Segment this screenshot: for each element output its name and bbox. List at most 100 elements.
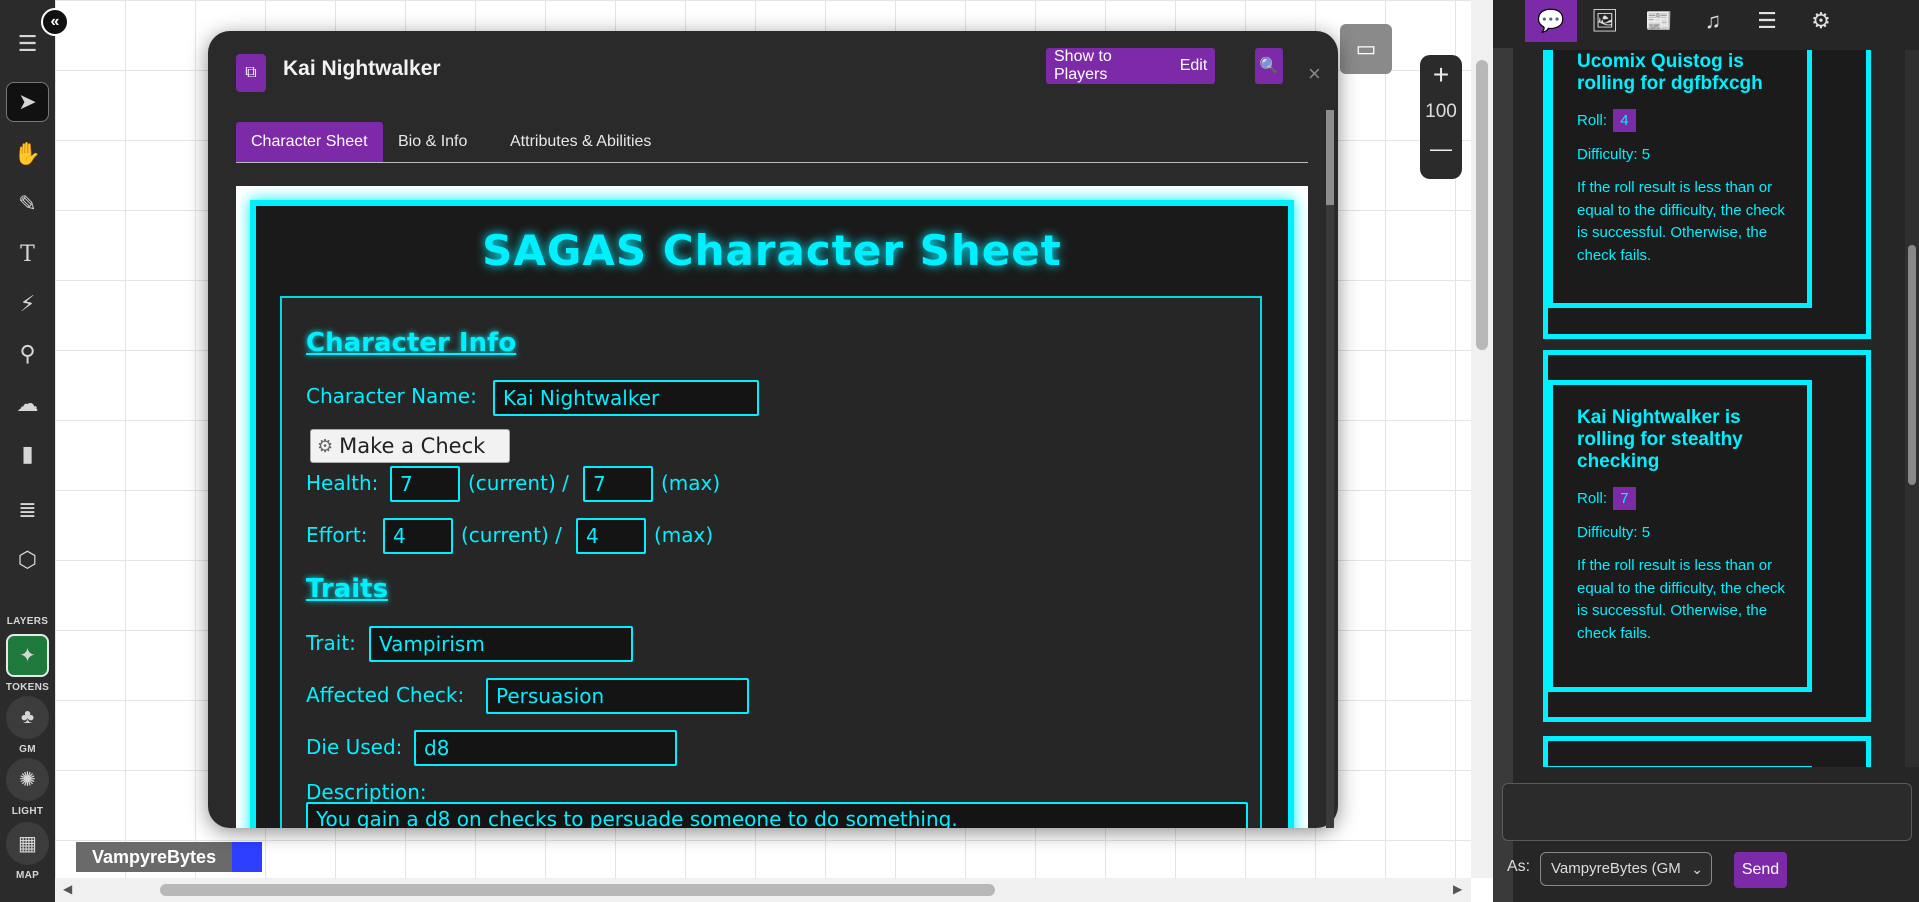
die-used-label: Die Used: xyxy=(306,735,403,759)
search-icon[interactable]: 🔍 xyxy=(1255,48,1283,84)
chat-log[interactable]: Ucomix Quistog is rolling for dgfbfxcgh … xyxy=(1521,50,1901,767)
notes-icon[interactable]: ≣ xyxy=(6,490,49,530)
gm-label: GM xyxy=(19,744,36,755)
message-text: If the roll result is less than or equal… xyxy=(1577,179,1785,264)
traits-heading: Traits xyxy=(306,574,389,604)
canvas-vertical-scrollbar[interactable] xyxy=(1471,0,1493,878)
effort-current-field[interactable]: 4 xyxy=(383,518,453,554)
effort-label: Effort: xyxy=(306,523,368,547)
light-label: LIGHT xyxy=(11,806,44,817)
dice-icon: ⚙ xyxy=(317,435,334,457)
affected-check-field[interactable]: Persuasion xyxy=(486,678,749,714)
message-title: Ucomix Quistog is rolling for dgfbfxcgh xyxy=(1577,51,1763,94)
scroll-right-arrow-icon[interactable]: ▶ xyxy=(1453,882,1462,896)
canvas-horizontal-scrollbar[interactable]: ◀ ▶ xyxy=(55,878,1471,902)
message-title: Kai Nightwalker is rolling for stealthy … xyxy=(1577,407,1743,472)
sidebar-gutter xyxy=(1493,0,1513,902)
pan-hand-icon[interactable]: ✋ xyxy=(6,134,49,174)
zoom-value[interactable]: 100 xyxy=(1420,95,1462,129)
character-info-heading: Character Info xyxy=(306,328,517,358)
weather-cloud-icon[interactable]: ☁ xyxy=(6,384,49,424)
zoom-in-button[interactable]: + xyxy=(1420,55,1462,95)
make-a-check-label: Make a Check xyxy=(339,434,486,458)
tab-bio-info[interactable]: Bio & Info xyxy=(383,122,482,162)
chat-message xyxy=(1543,736,1871,767)
tokens-label: TOKENS xyxy=(5,682,50,693)
message-text: If the roll result is less than or equal… xyxy=(1577,557,1785,642)
roll-line: Roll: 4 xyxy=(1577,109,1785,132)
trait-field[interactable]: Vampirism xyxy=(369,626,633,662)
ruler-icon[interactable]: ▮ xyxy=(6,434,49,474)
character-dialog: ⧉ Kai Nightwalker Show to Players Edit 🔍… xyxy=(208,31,1338,828)
character-name-label: Character Name: xyxy=(306,384,477,408)
brush-icon[interactable]: ✎ xyxy=(6,184,49,224)
stack-icon[interactable]: ▭ xyxy=(1340,24,1392,74)
show-to-players-button[interactable]: Show to Players xyxy=(1046,48,1176,84)
health-current-label: (current) / xyxy=(468,471,569,495)
character-name-field[interactable]: Kai Nightwalker xyxy=(493,380,759,416)
sidebar-tabs: 💬 🖼 📰 ♫ ☰ ⚙ xyxy=(1493,0,1919,48)
text-tool-icon[interactable]: T xyxy=(6,234,49,274)
scroll-thumb[interactable] xyxy=(160,884,995,896)
scroll-thumb[interactable] xyxy=(1476,60,1488,350)
fog-tool-icon[interactable]: ⚲ xyxy=(6,334,49,374)
edit-button[interactable]: Edit xyxy=(1172,48,1215,84)
affected-check-label: Affected Check: xyxy=(306,683,465,707)
collapse-toolbar-icon[interactable]: « xyxy=(41,8,69,36)
difficulty-line: Difficulty: 5 xyxy=(1577,524,1651,541)
left-toolbar: ☰ ➤ ✋ ✎ T ⚡ ⚲ ☁ ▮ ≣ ⬡ LAYERS ✦ TOKENS ♣ … xyxy=(0,0,55,902)
health-label: Health: xyxy=(306,471,379,495)
sheet-content: Character Info Character Name: Kai Night… xyxy=(280,296,1262,828)
chat-icon[interactable]: 💬 xyxy=(1525,0,1577,42)
jukebox-icon[interactable]: ♫ xyxy=(1687,0,1739,42)
map-label: MAP xyxy=(15,870,40,881)
chat-message-card: Ucomix Quistog is rolling for dgfbfxcgh … xyxy=(1548,50,1812,308)
send-button[interactable]: Send xyxy=(1734,852,1787,888)
chevron-down-icon: ⌄ xyxy=(1691,861,1703,877)
scroll-thumb[interactable] xyxy=(1326,110,1334,205)
health-max-label: (max) xyxy=(661,471,721,495)
speaking-as-value: VampyreBytes (GM xyxy=(1551,860,1681,877)
dialog-title: Kai Nightwalker xyxy=(283,57,441,80)
health-max-field[interactable]: 7 xyxy=(583,466,653,502)
chat-scrollbar[interactable] xyxy=(1905,50,1919,767)
roll-label: Roll: xyxy=(1577,112,1608,129)
effort-current-label: (current) / xyxy=(461,523,562,547)
popout-icon[interactable]: ⧉ xyxy=(236,54,266,92)
layers-label: LAYERS xyxy=(6,616,49,627)
select-tool-icon[interactable]: ➤ xyxy=(6,82,49,122)
tab-attributes-abilities[interactable]: Attributes & Abilities xyxy=(495,122,666,162)
scroll-left-arrow-icon[interactable]: ◀ xyxy=(63,882,72,896)
settings-gear-icon[interactable]: ⚙ xyxy=(1795,0,1847,42)
trait-label: Trait: xyxy=(306,631,356,655)
scroll-thumb[interactable] xyxy=(1908,245,1916,485)
health-current-field[interactable]: 7 xyxy=(390,466,460,502)
tab-character-sheet[interactable]: Character Sheet xyxy=(236,122,383,162)
map-layer-icon[interactable]: ▦ xyxy=(6,822,49,865)
right-sidebar: 💬 🖼 📰 ♫ ☰ ⚙ Ucomix Quistog is rolling fo… xyxy=(1493,0,1919,902)
character-sheet-frame: SAGAS Character Sheet Character Info Cha… xyxy=(236,186,1308,828)
journal-icon[interactable]: 📰 xyxy=(1633,0,1685,42)
player-color-swatch xyxy=(232,842,263,872)
gm-layer-icon[interactable]: ♣ xyxy=(6,696,49,739)
close-icon[interactable]: × xyxy=(1308,61,1321,87)
description-field[interactable]: You gain a d8 on checks to persuade some… xyxy=(306,802,1248,828)
dialog-scrollbar[interactable] xyxy=(1326,110,1334,828)
dice-icon[interactable]: ⬡ xyxy=(6,540,49,580)
lightning-icon[interactable]: ⚡ xyxy=(6,284,49,324)
roll-line: Roll: 7 xyxy=(1577,487,1785,510)
art-library-icon[interactable]: 🖼 xyxy=(1579,0,1631,42)
zoom-out-button[interactable]: — xyxy=(1420,129,1462,169)
speaking-as-select[interactable]: VampyreBytes (GM ⌄ xyxy=(1540,852,1712,886)
roll-label: Roll: xyxy=(1577,490,1608,507)
player-bar[interactable]: VampyreBytes xyxy=(76,842,263,872)
light-layer-icon[interactable]: ✺ xyxy=(6,758,49,801)
collections-list-icon[interactable]: ☰ xyxy=(1741,0,1793,42)
die-used-field[interactable]: d8 xyxy=(414,730,677,766)
description-label: Description: xyxy=(306,780,427,804)
tokens-layer-icon[interactable]: ✦ xyxy=(6,634,49,677)
make-a-check-button[interactable]: ⚙ Make a Check xyxy=(310,429,510,463)
chat-input[interactable] xyxy=(1502,783,1912,841)
effort-max-field[interactable]: 4 xyxy=(576,518,646,554)
zoom-control: + 100 — xyxy=(1420,55,1462,179)
